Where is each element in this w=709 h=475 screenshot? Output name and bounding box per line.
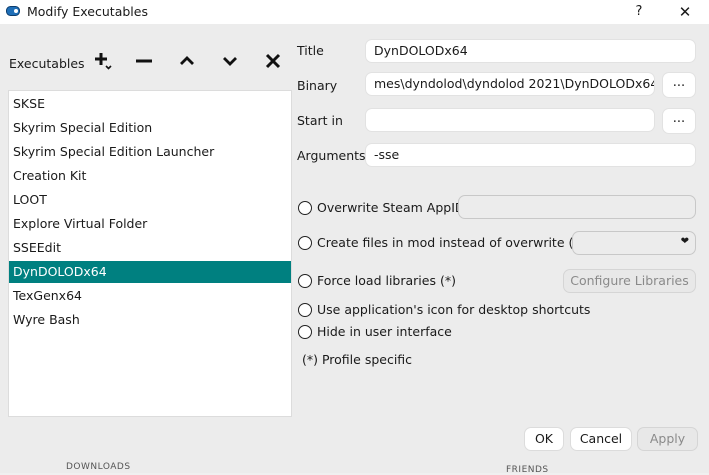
profile-specific-note: (*) Profile specific [302, 352, 413, 367]
start-in-label: Start in [297, 113, 343, 128]
executables-list[interactable]: SKSE Skyrim Special Edition Skyrim Speci… [8, 90, 292, 417]
binary-field[interactable]: mes\dyndolod\dyndolod 2021\DynDOLODx64.e… [365, 72, 655, 96]
title-field[interactable]: DynDOLODx64 [365, 39, 696, 63]
add-executable-button[interactable] [89, 48, 115, 74]
clear-button[interactable] [260, 48, 286, 74]
arguments-field[interactable]: -sse [365, 143, 696, 167]
steam-appid-field[interactable] [458, 195, 696, 219]
chevron-down-icon [223, 57, 237, 66]
move-up-button[interactable] [174, 48, 200, 74]
list-item-creation-kit[interactable]: Creation Kit [9, 165, 291, 187]
use-app-icon-radio[interactable] [298, 303, 312, 317]
list-item-skse[interactable]: SKSE [9, 93, 291, 115]
ok-button[interactable]: OK [524, 427, 564, 451]
title-bar: Modify Executables ? ✕ [0, 0, 709, 24]
list-item-skyrim-se[interactable]: Skyrim Special Edition [9, 117, 291, 139]
list-item-skyrim-se-launcher[interactable]: Skyrim Special Edition Launcher [9, 141, 291, 163]
chevron-down-icon: ❤ [680, 236, 689, 247]
title-label: Title [297, 43, 324, 58]
close-button[interactable]: ✕ [674, 2, 696, 22]
hide-in-ui-radio[interactable] [298, 325, 312, 339]
list-item-sseedit[interactable]: SSEEdit [9, 237, 291, 259]
binary-label: Binary [297, 78, 338, 93]
mod-select-combo[interactable]: ❤ [572, 231, 696, 255]
list-item-explore-virtual-folder[interactable]: Explore Virtual Folder [9, 213, 291, 235]
remove-executable-button[interactable] [131, 48, 157, 74]
hide-in-ui-label: Hide in user interface [317, 324, 452, 339]
background-downloads-text: DOWNLOADS [66, 462, 131, 472]
binary-browse-button[interactable]: ... [662, 72, 696, 98]
start-in-browse-button[interactable]: ... [662, 108, 696, 134]
plus-dropdown-icon [95, 53, 112, 70]
use-app-icon-label: Use application's icon for desktop short… [317, 302, 591, 317]
apply-button[interactable]: Apply [637, 427, 698, 451]
create-files-in-mod-radio[interactable] [298, 236, 312, 250]
configure-libraries-button[interactable]: Configure Libraries [563, 269, 696, 293]
chevron-up-icon [180, 56, 194, 65]
window-title: Modify Executables [27, 4, 148, 19]
close-x-icon [265, 53, 281, 69]
executables-label: Executables [9, 56, 85, 71]
move-down-button[interactable] [217, 48, 243, 74]
list-item-wyre-bash[interactable]: Wyre Bash [9, 309, 291, 331]
mo2-app-icon [6, 6, 20, 16]
list-item-texgenx64[interactable]: TexGenx64 [9, 285, 291, 307]
dialog-body: Executables SKSE Skyrim Special Edition … [0, 24, 709, 475]
force-load-libraries-radio[interactable] [298, 274, 312, 288]
arguments-label: Arguments [297, 148, 366, 163]
minus-icon [136, 59, 152, 63]
overwrite-steam-appid-radio[interactable] [298, 201, 312, 215]
cancel-button[interactable]: Cancel [570, 427, 632, 451]
start-in-field[interactable] [365, 108, 655, 132]
create-files-in-mod-label: Create files in mod instead of overwrite… [317, 235, 585, 250]
help-button[interactable]: ? [628, 2, 650, 22]
background-friends-text: FRIENDS [506, 465, 549, 475]
overwrite-steam-appid-label: Overwrite Steam AppID [317, 200, 465, 215]
list-item-dyndolodx64-selected[interactable]: DynDOLODx64 [9, 261, 291, 283]
list-item-loot[interactable]: LOOT [9, 189, 291, 211]
force-load-libraries-label: Force load libraries (*) [317, 273, 456, 288]
